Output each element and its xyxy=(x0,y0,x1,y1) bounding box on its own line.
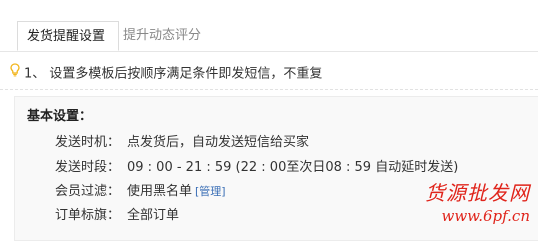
divider xyxy=(0,89,538,90)
tab-bar: 发货提醒设置 提升动态评分 xyxy=(0,0,538,52)
send-timing-label: 发送时机： xyxy=(55,135,121,150)
tip-text: 1、 设置多模板后按顺序满足条件即发短信，不重复 xyxy=(24,66,323,82)
send-period-label: 发送时段： xyxy=(55,160,121,175)
tab-shipping-reminder-settings[interactable]: 发货提醒设置 xyxy=(17,21,119,51)
watermark-url: www.6pf.cn xyxy=(441,207,531,225)
watermark-title: 货源批发网 xyxy=(425,181,530,205)
send-period-value: 09 : 00 - 21 : 59 (22 : 00至次日08 : 59 自动延… xyxy=(127,160,459,175)
tab-improve-rating[interactable]: 提升动态评分 xyxy=(123,21,201,51)
lightbulb-icon xyxy=(10,63,20,85)
manage-blacklist-link[interactable]: [管理] xyxy=(195,185,226,198)
member-filter-value: 使用黑名单 xyxy=(127,184,193,199)
section-title: 基本设置： xyxy=(27,109,93,124)
send-period-row: 发送时段： 09 : 00 - 21 : 59 (22 : 00至次日08 : 5… xyxy=(55,158,458,178)
send-timing-row: 发送时机： 点发货后，自动发送短信给买家 xyxy=(55,133,309,153)
watermark: 货源批发网 www.6pf.cn xyxy=(420,177,530,233)
member-filter-row: 会员过滤： 使用黑名单 [管理] xyxy=(55,182,226,202)
send-timing-value: 点发货后，自动发送短信给买家 xyxy=(127,135,310,150)
member-filter-label: 会员过滤： xyxy=(55,184,121,199)
order-flag-row: 订单标旗： 全部订单 xyxy=(55,206,179,226)
tip-line: 1、 设置多模板后按顺序满足条件即发短信，不重复 xyxy=(10,63,322,85)
order-flag-value: 全部订单 xyxy=(127,208,180,223)
order-flag-label: 订单标旗： xyxy=(55,208,121,223)
